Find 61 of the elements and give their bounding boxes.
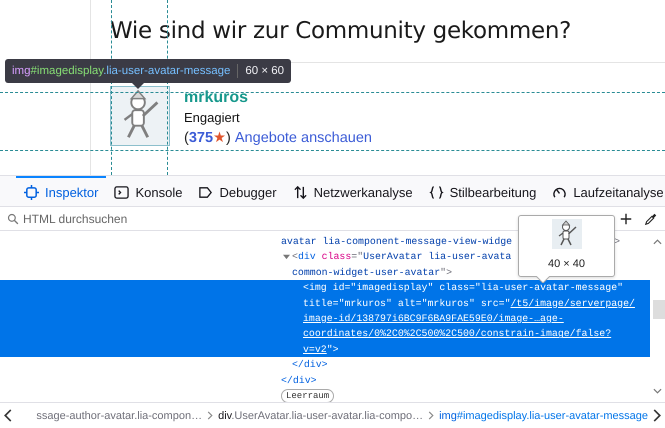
arrows-icon: [292, 184, 308, 200]
devtools-tab[interactable]: Inspektor: [16, 176, 106, 206]
scroll-left-icon[interactable]: [4, 409, 12, 422]
code-line: </div>: [281, 374, 317, 388]
devtools-tab[interactable]: Debugger: [190, 176, 285, 206]
image-size: 40 × 40: [548, 258, 585, 270]
author-rank: Engagiert: [184, 109, 241, 126]
star-icon: ★: [213, 129, 226, 147]
scroll-up-icon[interactable]: [653, 239, 662, 245]
page-heading: Wie sind wir zur Community gekommen?: [110, 17, 572, 44]
devtools-tab[interactable]: Stilbearbeitung: [420, 176, 544, 206]
source-link[interactable]: coordinates/0%2C0%2C500%2C500/constrain-image/false?: [303, 326, 612, 342]
code-text: ">: [326, 342, 339, 357]
separator-icon: [207, 411, 214, 420]
breadcrumb[interactable]: ssage-author-avatar.lia-compon…: [34, 410, 204, 422]
console-icon: [114, 184, 130, 200]
breadcrumb[interactable]: img#imagedisplay.lia-user-avatar-message: [437, 410, 650, 422]
code-line: </div>: [292, 358, 328, 372]
code-text: mrkuros: [428, 296, 469, 311]
breadcrumb[interactable]: div.UserAvatar.lia-user-avatar.lia-compo…: [216, 410, 426, 422]
code-text: mrkuros: [344, 296, 386, 311]
devtools-tab[interactable]: Laufzeitanalyse: [544, 176, 665, 206]
author-name[interactable]: mrkuros: [184, 89, 372, 106]
paren: ): [226, 129, 231, 147]
scroll-down-icon[interactable]: [653, 388, 662, 394]
paren: (: [184, 129, 189, 147]
source-link[interactable]: image-id/138797i6BC9F6BA9FAE59E0/image-…age-: [303, 311, 564, 326]
markup-row[interactable]: <div class="UserAvatar lia-user-avata common-widget-user-avatar">: [292, 249, 512, 280]
search-field[interactable]: HTML durchsuchen: [23, 212, 615, 226]
expand-icon[interactable]: [283, 253, 290, 260]
scroll-right-icon[interactable]: [653, 409, 661, 422]
code-text: title: [303, 296, 333, 311]
code-line: <div class="UserAvatar lia-user-avata: [292, 250, 512, 264]
devtools-tab[interactable]: Netzwerkanalyse: [284, 176, 421, 206]
markup-row[interactable]: [0, 280, 650, 358]
source-link[interactable]: v=v2: [303, 342, 327, 358]
offers-link[interactable]: Angebote anschauen: [234, 129, 372, 147]
element-selector: img#imagedisplay.lia-user-avatar-message: [12, 65, 230, 77]
inspector-icon: [24, 184, 39, 200]
code-text: alt: [396, 296, 416, 311]
code-text: =": [498, 296, 510, 311]
code-line: common-widget-user-avatar">: [292, 266, 452, 280]
code-text: ": [468, 296, 475, 311]
scrollbar-thumb[interactable]: [653, 300, 665, 319]
search-icon: [7, 212, 19, 224]
code-text: ": [386, 296, 392, 311]
points-count: 375: [188, 129, 214, 147]
separator-icon: [428, 411, 434, 420]
tag-icon: [198, 184, 214, 200]
code-text: =": [416, 296, 428, 311]
code-text: =": [332, 296, 344, 311]
devtools-tab[interactable]: Konsole: [106, 176, 190, 206]
code-text: src: [480, 296, 499, 311]
code-line: <img id="imagedisplay" class="lia-user-avatar-message": [303, 281, 624, 296]
source-link[interactable]: /t5/image/serverpage/: [510, 296, 635, 312]
whitespace-badge[interactable]: Leerraum: [281, 389, 334, 402]
plus-icon[interactable]: [619, 212, 633, 226]
code-text: avatar lia-component-message-view-widge: [281, 235, 512, 249]
element-size: 60 × 60: [245, 65, 284, 77]
braces-icon: [428, 184, 444, 200]
eyedropper-icon[interactable]: [644, 212, 658, 226]
